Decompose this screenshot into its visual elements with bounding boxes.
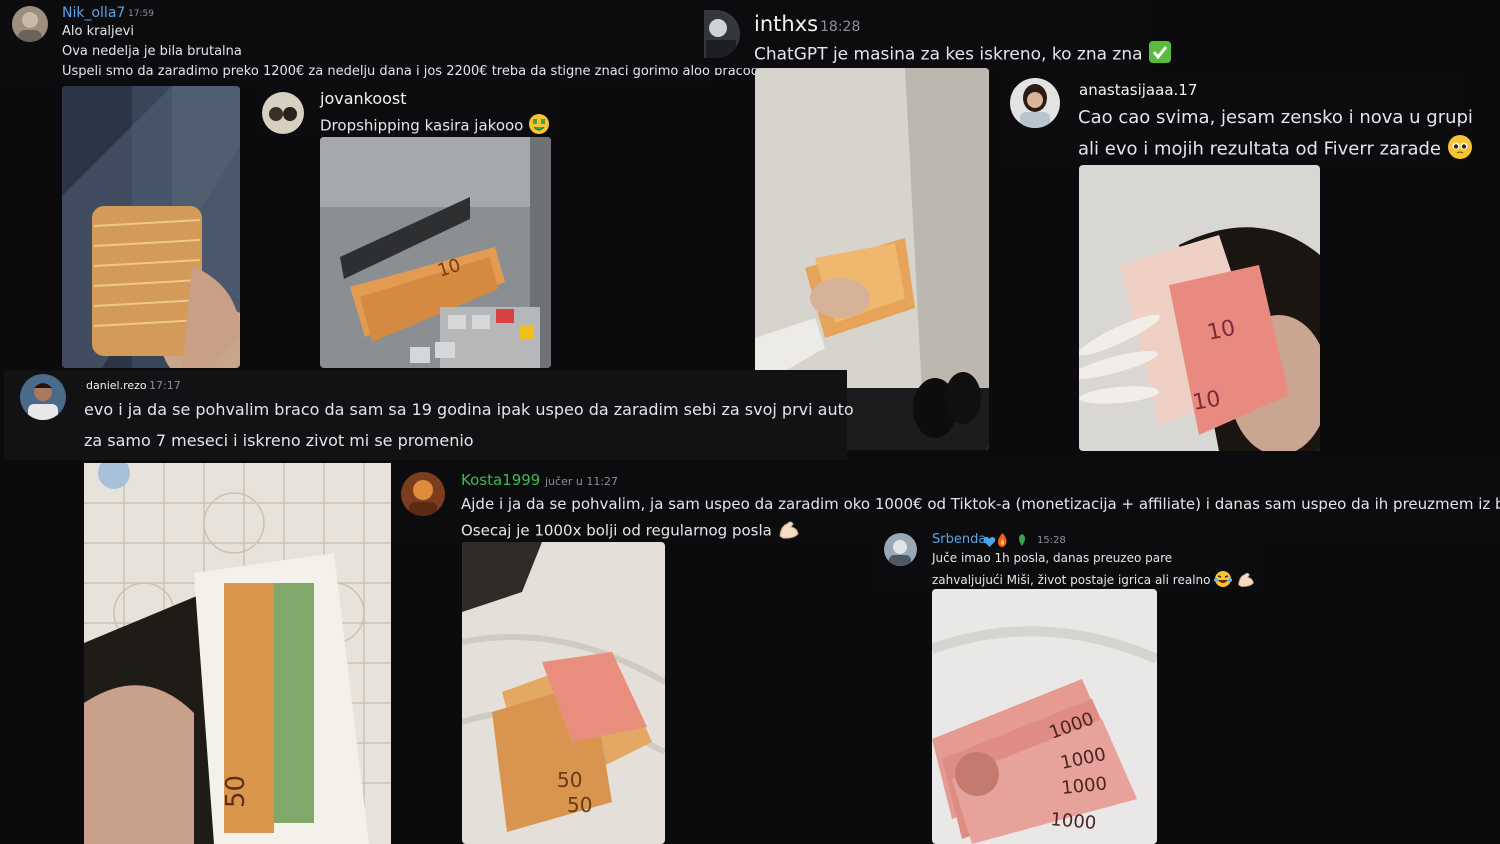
message-text: Uspeli smo da zaradimo preko 1200€ za ne… [62,64,759,79]
attachment-image-euro-face[interactable]: 10 10 [1079,165,1320,451]
username[interactable]: Srbenda [932,532,986,547]
blue-heart-icon [983,533,996,552]
message-jovankoost: jovankoost Dropshipping kasira jakooo [258,86,558,136]
username[interactable]: anastasijaaa.17 [1079,81,1197,99]
message-daniel-rezo: daniel.rezo 17:17 evo i ja da se pohvali… [4,370,854,460]
message-text: ali evo i mojih rezultata od Fiverr zara… [1078,134,1473,165]
message-anastasijaaa: anastasijaaa.17 Cao cao svima, jesam zen… [1000,72,1473,164]
avatar[interactable] [704,10,740,58]
avatar[interactable] [20,374,66,420]
message-text: Ajde i ja da se pohvalim, ja sam uspeo d… [461,495,1500,513]
avatar[interactable] [262,92,304,134]
svg-text:10: 10 [1191,386,1223,415]
attachment-image-cash-stack-hand[interactable] [62,86,240,368]
attachment-image-euros-bed[interactable]: 50 50 [462,542,665,844]
username[interactable]: Nik_olla7 [62,5,125,21]
message-text: za samo 7 meseci i iskreno zivot mi se p… [84,431,474,450]
svg-text:50: 50 [221,775,251,808]
message-text: zahvaljujući Miši, život postaje igrica … [932,570,1256,591]
timestamp: jučer u 11:27 [545,475,619,488]
message-text: Osecaj je 1000x bolji od regularnog posl… [461,518,801,544]
svg-text:1000: 1000 [1050,809,1097,834]
avatar[interactable] [12,6,48,42]
message-text-content: Osecaj je 1000x bolji od regularnog posl… [461,521,772,540]
check-mark-icon [1148,40,1172,69]
message-text: ChatGPT je masina za kes iskreno, ko zna… [754,40,1172,69]
message-text: Ova nedelja je bila brutalna [62,44,242,59]
avatar[interactable] [401,472,445,516]
avatar[interactable] [1010,78,1060,128]
attachment-image-atm-cash[interactable]: 10 [320,137,551,368]
attachment-image-dinar-notes[interactable]: 1000 1000 1000 1000 [932,589,1157,844]
flexed-biceps-icon [1236,570,1256,591]
message-text-content: ChatGPT je masina za kes iskreno, ko zna… [754,44,1143,65]
message-inthxs: inthxs 18:28 ChatGPT je masina za kes is… [704,0,1171,68]
message-text: evo i ja da se pohvalim braco da sam sa … [84,400,854,419]
message-text-content: ali evo i mojih rezultata od Fiverr zara… [1078,138,1441,160]
message-text: Alo kraljevi [62,24,134,39]
message-text-content: zahvaljujući Miši, život postaje igrica … [932,573,1211,587]
username[interactable]: inthxs [754,12,818,36]
fire-icon [997,532,1008,551]
pleading-face-icon [1447,134,1473,165]
message-nik-olla7: Nik_olla7 17:59 Alo kraljevi Ova nedelja… [0,0,759,84]
avatar[interactable] [884,533,917,566]
timestamp: 18:28 [820,19,861,35]
message-text: Juče imao 1h posla, danas preuzeo pare [932,551,1173,565]
timestamp: 17:17 [149,379,181,392]
leaf-badge-icon [1015,532,1029,551]
timestamp: 15:28 [1037,535,1066,546]
attachment-image-envelope-cash[interactable]: 50 [84,463,391,844]
laughing-tears-icon [1214,570,1233,591]
message-text-content: Dropshipping kasira jakooo [320,116,524,135]
message-text: Dropshipping kasira jakooo [320,113,550,139]
username[interactable]: jovankoost [320,89,407,108]
username[interactable]: Kosta1999 [461,471,540,489]
username[interactable]: daniel.rezo [86,379,147,392]
flexed-biceps-icon [777,518,801,544]
svg-text:50: 50 [567,793,592,817]
message-srbenda: Srbenda 15:28 Juče imao 1h posla, danas … [878,525,1258,589]
svg-text:50: 50 [557,768,582,792]
message-text: Cao cao svima, jesam zensko i nova u gru… [1078,107,1473,128]
timestamp: 17:59 [128,9,154,19]
money-mouth-face-icon [528,113,550,139]
